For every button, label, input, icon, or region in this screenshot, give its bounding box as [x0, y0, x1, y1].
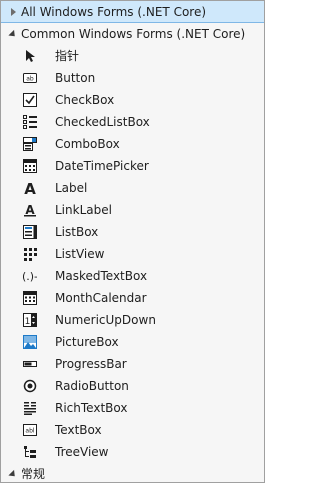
richtextbox-icon	[23, 401, 37, 415]
checkbox-icon	[23, 93, 37, 107]
item-label: NumericUpDown	[55, 313, 156, 327]
toolbox-panel: All Windows Forms (.NET Core) Common Win…	[0, 0, 265, 483]
svg-text:A: A	[25, 203, 35, 217]
toolbox-item-richtextbox[interactable]: RichTextBox	[1, 397, 264, 419]
numericupdown-icon: 1	[23, 313, 37, 327]
item-label: CheckedListBox	[55, 115, 150, 129]
collapse-arrow-icon[interactable]	[7, 463, 19, 482]
group-general[interactable]: 常规	[1, 463, 264, 482]
listview-icon	[23, 247, 37, 261]
item-label: 指针	[55, 49, 80, 63]
svg-text:abl: abl	[25, 428, 34, 435]
toolbox-item-treeview[interactable]: TreeView	[1, 441, 264, 463]
combobox-icon	[23, 137, 37, 151]
toolbox-item-listview[interactable]: ListView	[1, 243, 264, 265]
item-label: MaskedTextBox	[55, 269, 148, 283]
toolbox-item-datetimepicker[interactable]: DateTimePicker	[1, 155, 264, 177]
item-label: Button	[55, 71, 96, 85]
item-label: MonthCalendar	[55, 291, 147, 305]
group-label: Common Windows Forms (.NET Core)	[21, 27, 246, 41]
toolbox-item-maskedtextbox[interactable]: (.)- MaskedTextBox	[1, 265, 264, 287]
toolbox-item-textbox[interactable]: abl TextBox	[1, 419, 264, 441]
expand-arrow-icon[interactable]	[7, 2, 19, 22]
item-label: LinkLabel	[55, 203, 112, 217]
item-label: Label	[55, 181, 88, 195]
svg-text:ab: ab	[26, 76, 34, 83]
item-label: RadioButton	[55, 379, 129, 393]
item-label: ComboBox	[55, 137, 120, 151]
item-label: TreeView	[55, 445, 109, 459]
button-icon: ab	[23, 71, 37, 85]
pointer-icon	[23, 49, 37, 63]
item-label: ListView	[55, 247, 105, 261]
monthcalendar-icon	[23, 291, 37, 305]
item-label: PictureBox	[55, 335, 119, 349]
toolbox-item-progressbar[interactable]: ProgressBar	[1, 353, 264, 375]
datetimepicker-icon	[23, 159, 37, 173]
toolbox-item-pointer[interactable]: 指针	[1, 45, 264, 67]
toolbox-item-combobox[interactable]: ComboBox	[1, 133, 264, 155]
maskedtextbox-icon: (.)-	[23, 269, 37, 283]
svg-text:1: 1	[25, 317, 31, 327]
toolbox-item-numericupdown[interactable]: 1 NumericUpDown	[1, 309, 264, 331]
listbox-icon	[23, 225, 37, 239]
treeview-icon	[23, 445, 37, 459]
picturebox-icon	[23, 335, 37, 349]
toolbox-item-checkedlistbox[interactable]: CheckedListBox	[1, 111, 264, 133]
item-label: RichTextBox	[55, 401, 128, 415]
label-icon: A	[23, 181, 37, 195]
collapse-arrow-icon[interactable]	[7, 23, 19, 45]
svg-text:(.)-: (.)-	[23, 270, 37, 283]
group-label: 常规	[21, 467, 46, 481]
item-label: ListBox	[55, 225, 99, 239]
toolbox-item-label[interactable]: A Label	[1, 177, 264, 199]
item-label: CheckBox	[55, 93, 115, 107]
linklabel-icon: A	[23, 203, 37, 217]
item-label: ProgressBar	[55, 357, 127, 371]
group-label: All Windows Forms (.NET Core)	[21, 5, 207, 19]
group-all-windows-forms[interactable]: All Windows Forms (.NET Core)	[1, 1, 264, 23]
toolbox-item-monthcalendar[interactable]: MonthCalendar	[1, 287, 264, 309]
item-label: DateTimePicker	[55, 159, 149, 173]
radiobutton-icon	[23, 379, 37, 393]
checkedlistbox-icon	[23, 115, 37, 129]
toolbox-item-checkbox[interactable]: CheckBox	[1, 89, 264, 111]
toolbox-item-picturebox[interactable]: PictureBox	[1, 331, 264, 353]
textbox-icon: abl	[23, 423, 37, 437]
progressbar-icon	[23, 357, 37, 371]
svg-text:A: A	[24, 181, 36, 195]
toolbox-item-listbox[interactable]: ListBox	[1, 221, 264, 243]
item-label: TextBox	[55, 423, 102, 437]
group-common-windows-forms[interactable]: Common Windows Forms (.NET Core)	[1, 23, 264, 45]
toolbox-item-button[interactable]: ab Button	[1, 67, 264, 89]
toolbox-item-linklabel[interactable]: A LinkLabel	[1, 199, 264, 221]
toolbox-item-radiobutton[interactable]: RadioButton	[1, 375, 264, 397]
